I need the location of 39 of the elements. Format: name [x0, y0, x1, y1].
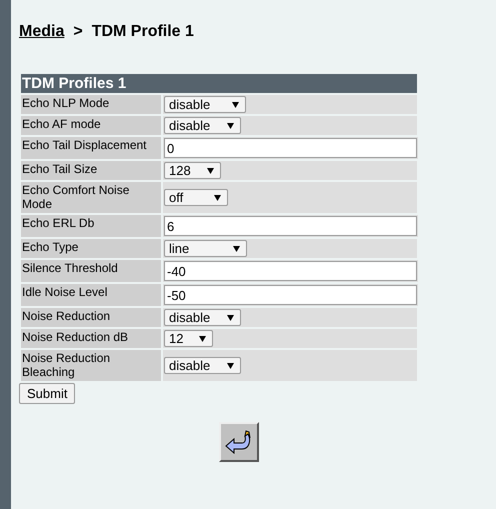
caret-icon: [227, 362, 234, 368]
input-field[interactable]: -40: [164, 261, 417, 281]
field-label: Echo Type: [21, 239, 161, 258]
field-label: Silence Threshold: [21, 260, 161, 282]
field-label: Echo NLP Mode: [21, 95, 161, 114]
dropdown[interactable]: 12: [164, 330, 213, 347]
caret-icon: [214, 194, 221, 200]
return-arrow-icon: [225, 430, 253, 454]
back-button[interactable]: [219, 422, 259, 462]
field-label: Noise Reduction Bleaching: [21, 350, 161, 381]
caret-icon: [232, 102, 239, 108]
dropdown[interactable]: disable: [164, 96, 246, 113]
field-label: Idle Noise Level: [21, 284, 161, 306]
dropdown[interactable]: 128: [164, 162, 221, 179]
field-label: Echo Tail Displacement: [21, 137, 161, 159]
media-link[interactable]: Media: [19, 23, 64, 41]
field-label: Noise Reduction: [21, 308, 161, 327]
dropdown[interactable]: disable: [164, 309, 241, 326]
input-field[interactable]: 0: [164, 138, 417, 158]
breadcrumb-separator: >: [73, 23, 83, 41]
dropdown[interactable]: disable: [164, 117, 241, 134]
table-title: TDM Profiles 1: [21, 74, 417, 93]
field-label: Echo Tail Size: [21, 161, 161, 180]
field-label: Echo Comfort Noise Mode: [21, 182, 161, 213]
caret-icon: [199, 336, 206, 342]
field-label: Echo ERL Db: [21, 215, 161, 237]
caret-icon: [233, 246, 240, 252]
input-field[interactable]: -50: [164, 285, 417, 305]
caret-icon: [227, 122, 234, 128]
input-field[interactable]: 6: [164, 216, 417, 236]
dropdown[interactable]: line: [164, 240, 247, 257]
caret-icon: [207, 168, 214, 174]
dropdown[interactable]: disable: [164, 357, 241, 374]
field-label: Noise Reduction dB: [21, 329, 161, 348]
page-title: TDM Profile 1: [92, 23, 194, 41]
field-label: Echo AF mode: [21, 116, 161, 135]
caret-icon: [227, 314, 234, 320]
submit-button[interactable]: Submit: [19, 383, 76, 404]
dropdown[interactable]: off: [164, 189, 228, 206]
